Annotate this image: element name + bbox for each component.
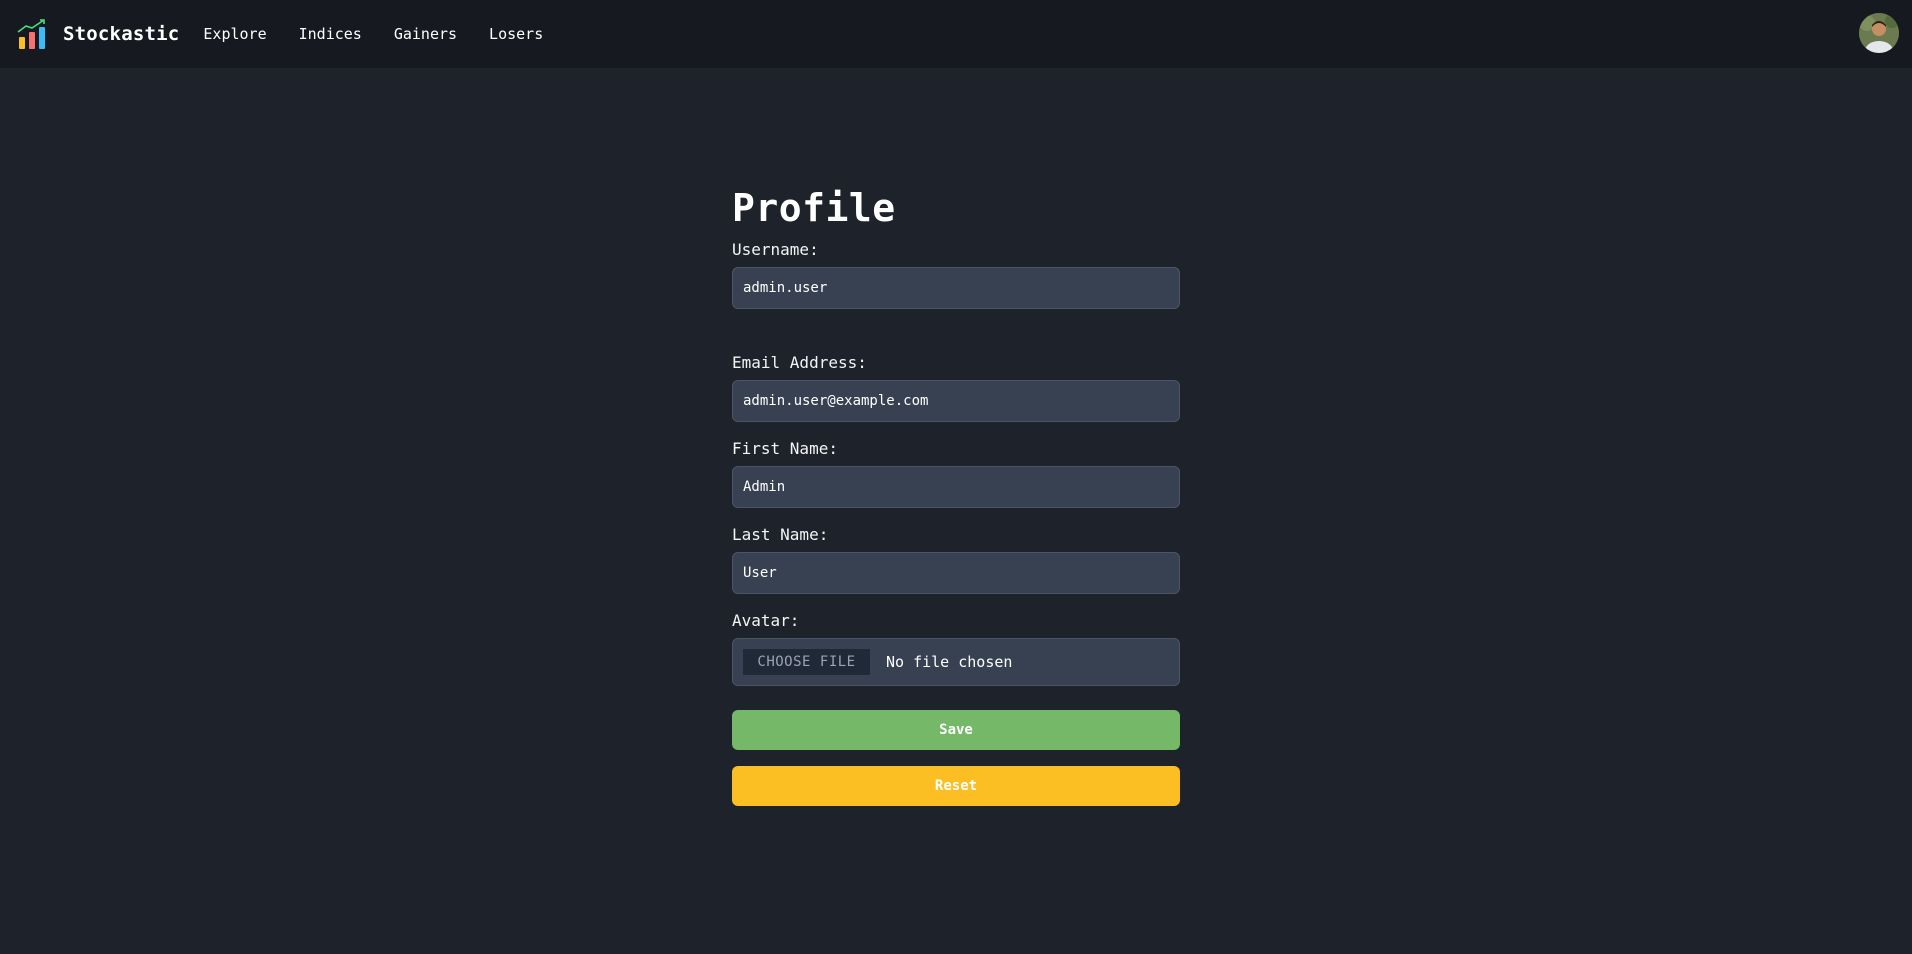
first-name-input[interactable] xyxy=(732,466,1180,508)
avatar-label: Avatar: xyxy=(732,611,800,630)
email-input[interactable] xyxy=(732,380,1180,422)
last-name-label: Last Name: xyxy=(732,525,829,544)
user-avatar[interactable] xyxy=(1859,13,1899,53)
username-field-group: Username: xyxy=(732,240,1180,309)
avatar-field-group: Avatar: CHOOSE FILE No file chosen xyxy=(732,611,1180,686)
file-status-text: No file chosen xyxy=(886,653,1013,671)
choose-file-button[interactable]: CHOOSE FILE xyxy=(743,649,870,675)
last-name-field-group: Last Name: xyxy=(732,525,1180,594)
bar-chart-trend-icon xyxy=(17,19,45,49)
username-input[interactable] xyxy=(732,267,1180,309)
save-button[interactable]: Save xyxy=(732,710,1180,750)
nav-gainers[interactable]: Gainers xyxy=(394,25,457,43)
nav-losers[interactable]: Losers xyxy=(489,25,543,43)
avatar-photo-icon xyxy=(1859,13,1899,53)
first-name-label: First Name: xyxy=(732,439,838,458)
nav-indices[interactable]: Indices xyxy=(299,25,362,43)
email-label: Email Address: xyxy=(732,353,867,372)
main-nav: Explore Indices Gainers Losers xyxy=(203,25,575,43)
first-name-field-group: First Name: xyxy=(732,439,1180,508)
page-title: Profile xyxy=(732,186,896,230)
brand-name: Stockastic xyxy=(63,23,180,45)
reset-button[interactable]: Reset xyxy=(732,766,1180,806)
profile-form: Profile Username: Email Address: First N… xyxy=(732,180,1180,806)
top-navbar: Stockastic Explore Indices Gainers Loser… xyxy=(0,0,1912,68)
last-name-input[interactable] xyxy=(732,552,1180,594)
email-field-group: Email Address: xyxy=(732,353,1180,422)
nav-explore[interactable]: Explore xyxy=(203,25,266,43)
username-label: Username: xyxy=(732,240,819,259)
brand[interactable]: Stockastic xyxy=(17,18,179,50)
avatar-file-input[interactable]: CHOOSE FILE No file chosen xyxy=(732,638,1180,686)
